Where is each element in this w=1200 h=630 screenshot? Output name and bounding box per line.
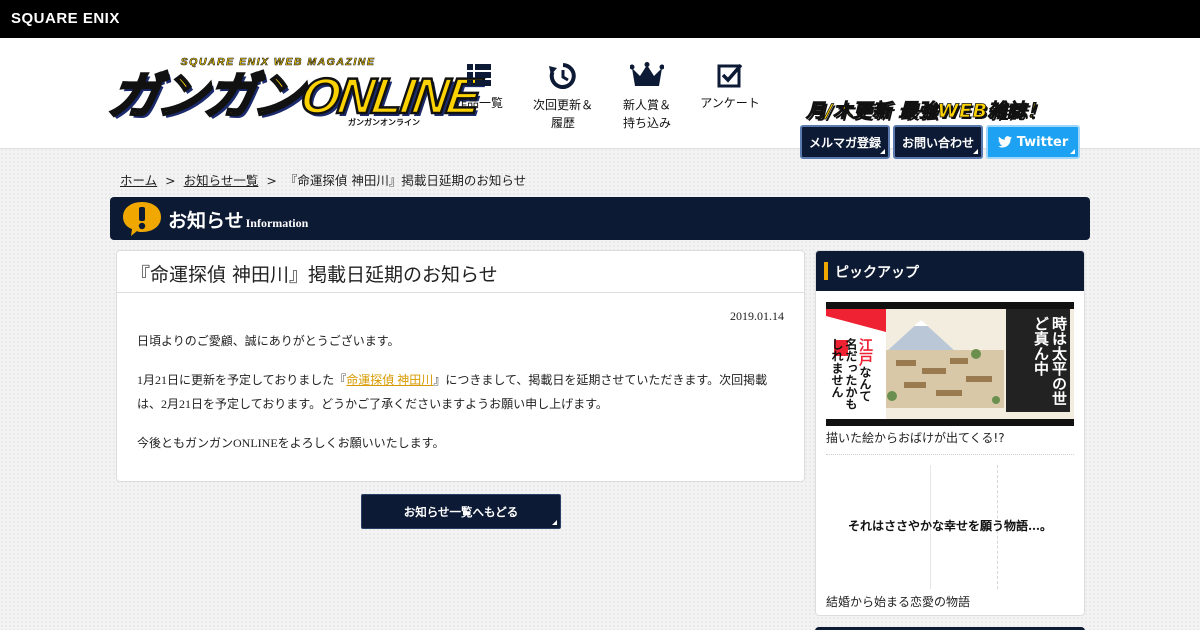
mailmag-button[interactable]: メルマガ登録 bbox=[800, 125, 890, 159]
corner-arrow-icon bbox=[973, 149, 978, 154]
nav-works-list[interactable]: 作品一覧 bbox=[434, 62, 524, 112]
exclamation-icon bbox=[123, 202, 161, 236]
article-date: 2019.01.14 bbox=[730, 309, 784, 323]
pickup-banner-2[interactable]: それはささやかな幸せを願う物語…。 bbox=[826, 465, 1074, 589]
nav-survey-label: アンケート bbox=[700, 96, 760, 110]
nav-next-update-label-1: 次回更新＆ bbox=[532, 98, 593, 112]
corner-arrow-icon bbox=[552, 520, 557, 525]
back-to-list-button[interactable]: お知らせ一覧へもどる bbox=[361, 494, 561, 529]
nav-next-update[interactable]: 次回更新＆ 履歴 bbox=[518, 62, 608, 132]
nav-next-update-label-2: 履歴 bbox=[550, 116, 575, 130]
pickup-accent-bar bbox=[824, 262, 828, 280]
twitter-bird-icon bbox=[997, 136, 1012, 148]
checkbox-icon bbox=[717, 63, 743, 88]
section-subtitle: Information bbox=[245, 216, 309, 230]
grid-list-icon bbox=[467, 64, 491, 86]
article-paragraph-3: 今後ともガンガンONLINEをよろしくお願いいたします。 bbox=[137, 436, 445, 450]
banner-text: それはささやかな幸せを願う物語…。 bbox=[847, 519, 1052, 533]
pickup-divider bbox=[826, 454, 1074, 455]
contact-button[interactable]: お問い合わせ bbox=[893, 125, 983, 159]
banner-vertical-text-left: 江戸なんて 名だったかも しれません bbox=[830, 338, 873, 422]
nav-award-label-1: 新人賞＆ bbox=[622, 98, 671, 112]
twitter-button[interactable]: Twitter bbox=[986, 125, 1080, 159]
breadcrumb: ホーム > お知らせ一覧 > 『命運探偵 神田川』掲載日延期のお知らせ bbox=[120, 170, 526, 189]
banner-text: ど真ん中 bbox=[1032, 316, 1050, 376]
pickup-caption-1[interactable]: 描いた絵からおばけが出てくる!? bbox=[826, 429, 1074, 446]
banner-text: 名だったかも bbox=[844, 338, 858, 410]
banner-vertical-text-right: 時は太平の世 ど真ん中 bbox=[1032, 316, 1068, 416]
twitter-label: Twitter bbox=[1016, 134, 1069, 150]
section-title-text: お知らせ bbox=[168, 210, 244, 232]
clock-refresh-icon bbox=[549, 63, 576, 89]
nav-award-label-2: 持ち込み bbox=[622, 116, 671, 130]
banner-text-red: 江戸 bbox=[857, 338, 873, 366]
banner-text: 時は太平の世 bbox=[1050, 316, 1068, 406]
logo-title: ガンガンONLINE bbox=[104, 67, 483, 126]
contact-label: お問い合わせ bbox=[901, 135, 974, 150]
square-enix-logo[interactable]: SQUARE ENIX bbox=[11, 10, 120, 27]
nav-works-label: 作品一覧 bbox=[454, 96, 503, 110]
crown-icon bbox=[630, 62, 664, 86]
breadcrumb-news-list[interactable]: お知らせ一覧 bbox=[184, 173, 259, 188]
nav-award[interactable]: 新人賞＆ 持ち込み bbox=[602, 62, 692, 132]
pickup-banner-1[interactable]: 時は太平の世 ど真ん中 江戸なんて 名だったかも しれません bbox=[826, 302, 1074, 426]
pickup-caption-2[interactable]: 結婚から始まる恋愛の物語 bbox=[826, 593, 1074, 610]
article-paragraph-2: 1月21日に更新を予定しておりました『命運探偵 神田川』につきまして、掲載日を延… bbox=[137, 368, 777, 416]
corner-arrow-icon bbox=[1070, 149, 1075, 154]
nav-survey[interactable]: アンケート bbox=[685, 62, 775, 112]
gangan-online-logo[interactable]: SQUARE ENIX WEB MAGAZINE ガンガンONLINE ガンガン… bbox=[104, 56, 483, 127]
pickup-heading: ピックアップ bbox=[835, 265, 919, 281]
logo-kana: ガンガンオンライン bbox=[348, 118, 420, 127]
work-link[interactable]: 命運探偵 神田川 bbox=[346, 373, 433, 387]
paragraph-text: 1月21日に更新を予定しておりました『 bbox=[137, 373, 347, 387]
pickup-sidebar: ピックアップ 時は太平の世 ど真ん中 江戸なんて 名だったかも しれません 描い… bbox=[815, 250, 1085, 616]
article-body: 日頃よりのご愛顧、誠にありがとうございます。 1月21日に更新を予定しておりまし… bbox=[137, 329, 777, 470]
mailmag-label: メルマガ登録 bbox=[808, 135, 881, 150]
breadcrumb-current: 『命運探偵 神田川』掲載日延期のお知らせ bbox=[284, 173, 527, 188]
article-card: 『命運探偵 神田川』掲載日延期のお知らせ 2019.01.14 日頃よりのご愛顧… bbox=[116, 250, 805, 482]
catchphrase: 月/木更新 最強WEB雑誌！ bbox=[806, 100, 1046, 123]
back-to-list-label: お知らせ一覧へもどる bbox=[403, 504, 519, 519]
banner-text: なんて bbox=[858, 366, 872, 402]
article-title: 『命運探偵 神田川』掲載日延期のお知らせ bbox=[117, 251, 804, 293]
global-topbar: SQUARE ENIX bbox=[0, 0, 1200, 38]
site-header: SQUARE ENIX WEB MAGAZINE ガンガンONLINE ガンガン… bbox=[0, 38, 1200, 159]
section-header: お知らせ Information bbox=[110, 197, 1090, 240]
section-title: お知らせ Information bbox=[168, 206, 308, 233]
banner-text: しれません bbox=[830, 338, 844, 398]
breadcrumb-home[interactable]: ホーム bbox=[120, 173, 157, 188]
pickup-item-1[interactable]: 時は太平の世 ど真ん中 江戸なんて 名だったかも しれません 描いた絵からおばけが出て… bbox=[826, 302, 1074, 446]
pickup-header: ピックアップ bbox=[816, 251, 1084, 291]
pickup-item-2[interactable]: それはささやかな幸せを願う物語…。 結婚から始まる恋愛の物語 bbox=[826, 465, 1074, 610]
corner-arrow-icon bbox=[880, 149, 885, 154]
article-paragraph-1: 日頃よりのご愛顧、誠にありがとうございます。 bbox=[137, 334, 400, 348]
breadcrumb-separator: > bbox=[266, 173, 277, 188]
breadcrumb-separator: > bbox=[165, 173, 176, 188]
